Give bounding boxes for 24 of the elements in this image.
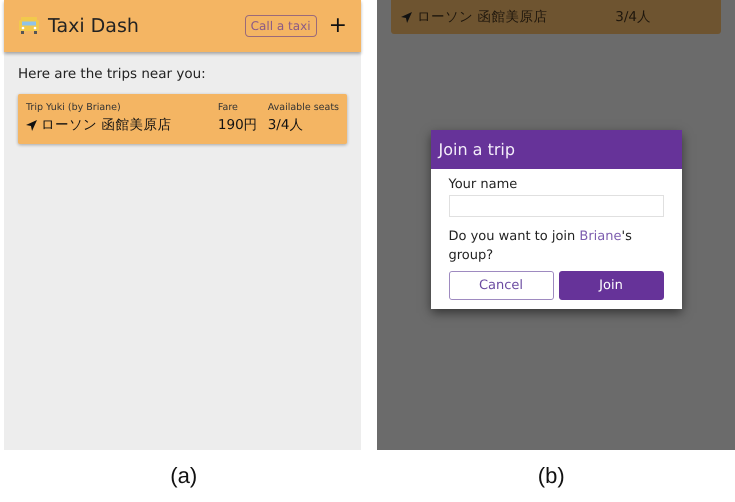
fare-value: 190円	[218, 116, 258, 134]
name-label: Your name	[448, 177, 518, 192]
navigation-arrow-icon	[26, 120, 37, 130]
seats-value: 3/4人	[268, 116, 304, 134]
taxi-icon	[18, 17, 40, 35]
seats-value: 3/4人	[615, 8, 651, 26]
caption: (b)	[536, 463, 566, 489]
app-title: Taxi Dash	[48, 15, 140, 37]
dialog-title: Join a trip	[438, 140, 516, 159]
fare-label: Fare	[218, 102, 239, 113]
trip-card[interactable]: Trip Yuki (by Briane) ローソン 函館美原店 Fare 190円 Available seats 3/4人	[18, 94, 347, 144]
cancel-button[interactable]: Cancel	[448, 271, 554, 300]
navigation-arrow-icon	[401, 12, 412, 22]
join-question: Do you want to join Briane's group?	[448, 228, 633, 265]
organizer-link[interactable]: Briane	[579, 229, 622, 244]
caption: (a)	[169, 463, 198, 489]
trip-place: ローソン 函館美原店	[41, 116, 172, 134]
trip-name: Trip Yuki (by Briane)	[26, 102, 122, 113]
add-button[interactable]: +	[328, 15, 347, 37]
intro-text: Here are the trips near you:	[18, 66, 207, 82]
name-field[interactable]	[448, 195, 664, 217]
seats-label: Available seats	[268, 102, 339, 113]
trip-place: ローソン 函館美原店	[417, 8, 548, 26]
join-button[interactable]: Join	[558, 271, 664, 300]
